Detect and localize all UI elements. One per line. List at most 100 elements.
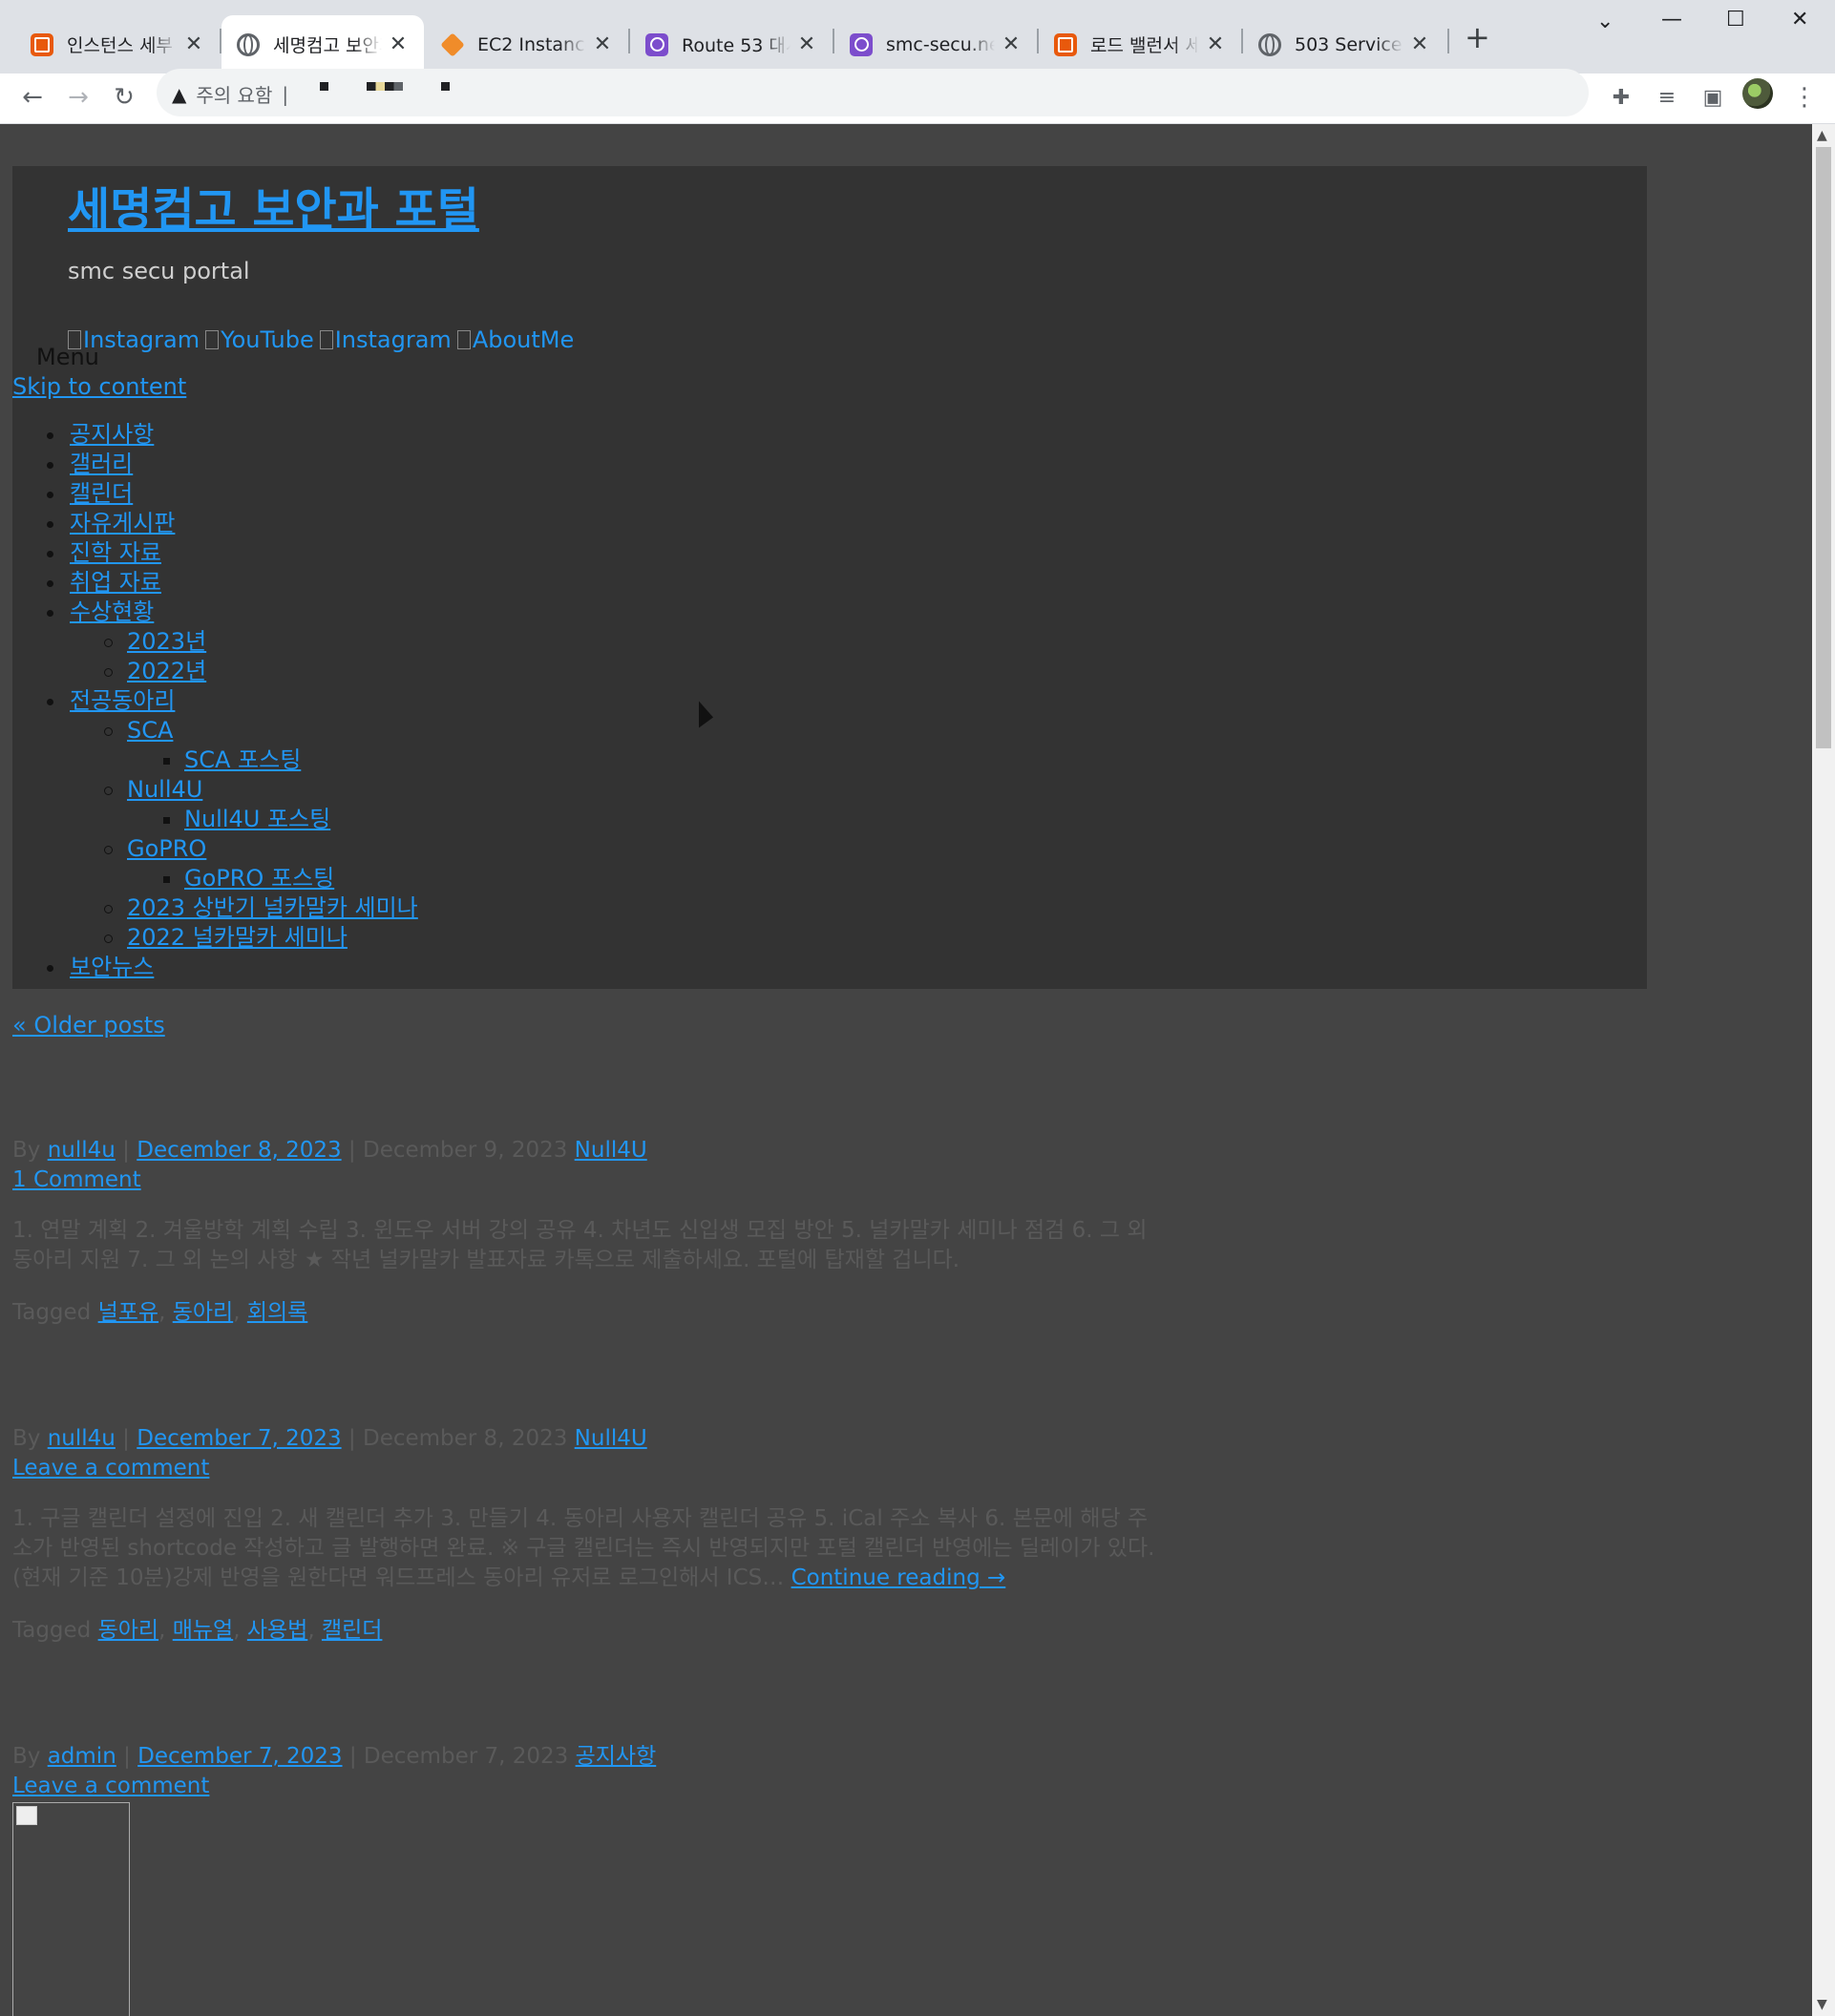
older-posts-link[interactable]: « Older posts	[12, 1012, 165, 1039]
continue-reading-link[interactable]: Continue reading →	[791, 1565, 1006, 1590]
post-date-link[interactable]: December 7, 2023	[137, 1744, 342, 1769]
tab-smc-secu[interactable]: smc-secu.net ✕	[834, 15, 1037, 74]
post-entry: By null4u | December 8, 2023 | December …	[12, 1136, 1158, 1328]
minimize-icon[interactable]: —	[1661, 8, 1682, 32]
nav-item: 진학 자료	[12, 538, 418, 568]
meta-separator: |	[123, 1744, 131, 1769]
tag-link[interactable]: 캘린더	[322, 1618, 382, 1643]
aboutme-link[interactable]: AboutMe	[456, 326, 574, 353]
reading-list-icon[interactable]: ≡	[1651, 81, 1683, 114]
nav-link[interactable]: 2022년	[127, 658, 206, 684]
nav-link[interactable]: GoPRO	[127, 835, 206, 862]
back-icon[interactable]: ←	[16, 81, 49, 114]
tag-link[interactable]: 널포유	[98, 1300, 158, 1325]
forward-icon[interactable]: →	[62, 81, 95, 114]
tag-link[interactable]: 동아리	[173, 1300, 233, 1325]
tab-ec2-instance[interactable]: EC2 Instance ✕	[426, 15, 628, 74]
category-link[interactable]: Null4U	[575, 1138, 647, 1163]
by-label: By	[12, 1426, 41, 1451]
comments-link[interactable]: Leave a comment	[12, 1774, 209, 1798]
tab-503[interactable]: 503 Service Te ✕	[1243, 15, 1445, 74]
close-icon[interactable]: ✕	[1205, 32, 1226, 56]
nav-item: 2022 널카말카 세미나	[12, 923, 418, 953]
nav-link[interactable]: SCA 포스팅	[184, 746, 301, 773]
nav-link[interactable]: 보안뉴스	[70, 954, 154, 980]
profile-avatar[interactable]	[1742, 78, 1773, 109]
close-icon[interactable]: ✕	[592, 32, 613, 56]
post-excerpt: 1. 연말 계획 2. 겨울방학 계획 수립 3. 윈도우 서버 강의 공유 4…	[12, 1216, 1158, 1275]
nav-link[interactable]: 공지사항	[70, 421, 154, 448]
window-close-icon[interactable]: ✕	[1791, 8, 1808, 32]
security-warning[interactable]: ▲ 주의 요함 |	[172, 80, 288, 108]
comments-link[interactable]: 1 Comment	[12, 1167, 141, 1192]
menu-toggle[interactable]: Menu	[36, 344, 99, 370]
tab-search-icon[interactable]: ⌄	[1596, 10, 1614, 33]
nav-link[interactable]: 자유게시판	[70, 510, 175, 536]
more-menu-icon[interactable]: ⋮	[1788, 81, 1821, 114]
broken-image-icon	[16, 1806, 37, 1825]
nav-link[interactable]: 취업 자료	[70, 569, 161, 596]
bullet-icon	[163, 758, 170, 765]
nav-link[interactable]: 갤러리	[70, 451, 133, 477]
nav-link[interactable]: 전공동아리	[70, 687, 175, 714]
nav-link[interactable]: SCA	[127, 717, 173, 744]
nav-item: 취업 자료	[12, 568, 418, 598]
nav-link[interactable]: 진학 자료	[70, 539, 161, 566]
tag-link[interactable]: 회의록	[247, 1300, 307, 1325]
tag-link[interactable]: 사용법	[247, 1618, 307, 1643]
author-link[interactable]: admin	[48, 1744, 116, 1769]
excerpt-text: 1. 연말 계획 2. 겨울방학 계획 수립 3. 윈도우 서버 강의 공유 4…	[12, 1218, 1148, 1272]
post-thumbnail[interactable]	[12, 1802, 130, 2016]
skip-to-content-link[interactable]: Skip to content	[12, 373, 186, 400]
nav-item: 캘린더	[12, 479, 418, 509]
new-tab-icon[interactable]: +	[1465, 22, 1490, 52]
maximize-icon[interactable]: ☐	[1726, 8, 1745, 32]
close-icon[interactable]: ✕	[796, 32, 817, 56]
url-text	[320, 82, 450, 91]
close-icon[interactable]: ✕	[1001, 32, 1022, 56]
comments-link[interactable]: Leave a comment	[12, 1456, 209, 1480]
bullet-icon	[104, 668, 113, 677]
tag-link[interactable]: 매뉴얼	[173, 1618, 233, 1643]
tab-route53[interactable]: Route 53 대시 ✕	[630, 15, 833, 74]
broken-image-icon	[205, 330, 220, 349]
author-link[interactable]: null4u	[48, 1138, 116, 1163]
extensions-icon[interactable]: ✚	[1605, 81, 1637, 114]
nav-link[interactable]: 2023 상반기 널카말카 세미나	[127, 894, 418, 921]
nav-link[interactable]: 2022 널카말카 세미나	[127, 924, 348, 951]
close-icon[interactable]: ✕	[1409, 32, 1430, 56]
instagram-link[interactable]: Instagram	[319, 326, 452, 353]
tag-link[interactable]: 동아리	[98, 1618, 158, 1643]
nav-link[interactable]: 수상현황	[70, 598, 154, 625]
nav-link[interactable]: Null4U	[127, 776, 202, 803]
tab-portal[interactable]: 세명컴고 보안과 ✕	[221, 15, 424, 74]
nav-link[interactable]: 2023년	[127, 628, 206, 655]
scrollbar-thumb[interactable]	[1816, 147, 1831, 748]
aws-icon	[31, 32, 53, 56]
address-bar[interactable]	[157, 69, 1589, 116]
side-panel-icon[interactable]: ▣	[1697, 81, 1729, 114]
scroll-up-icon[interactable]: ▲	[1817, 128, 1827, 143]
close-icon[interactable]: ✕	[388, 32, 409, 56]
by-label: By	[12, 1744, 41, 1769]
category-link[interactable]: 공지사항	[576, 1744, 657, 1769]
nav-item: 수상현황	[12, 598, 418, 627]
close-icon[interactable]: ✕	[183, 32, 204, 56]
scroll-down-icon[interactable]: ▼	[1817, 1997, 1827, 2012]
post-date-link[interactable]: December 8, 2023	[137, 1138, 341, 1163]
page-scrollbar[interactable]: ▲ ▼	[1812, 124, 1835, 2016]
nav-link[interactable]: Null4U 포스팅	[184, 806, 330, 832]
tab-load-balancer[interactable]: 로드 밸런서 세 ✕	[1039, 15, 1241, 74]
nav-item: GoPRO	[12, 834, 418, 864]
post-date-link[interactable]: December 7, 2023	[137, 1426, 341, 1451]
tagged-label: Tagged	[12, 1618, 92, 1643]
post-entry: By null4u | December 7, 2023 | December …	[12, 1424, 1158, 1646]
tab-instance-details[interactable]: 인스턴스 세부 ✕	[15, 15, 220, 74]
nav-link[interactable]: 캘린더	[70, 480, 133, 507]
site-title[interactable]: 세명컴고 보안과 포털	[68, 172, 479, 239]
youtube-link[interactable]: YouTube	[205, 326, 314, 353]
category-link[interactable]: Null4U	[575, 1426, 647, 1451]
nav-link[interactable]: GoPRO 포스팅	[184, 865, 334, 892]
reload-icon[interactable]: ↻	[108, 81, 140, 114]
author-link[interactable]: null4u	[48, 1426, 116, 1451]
